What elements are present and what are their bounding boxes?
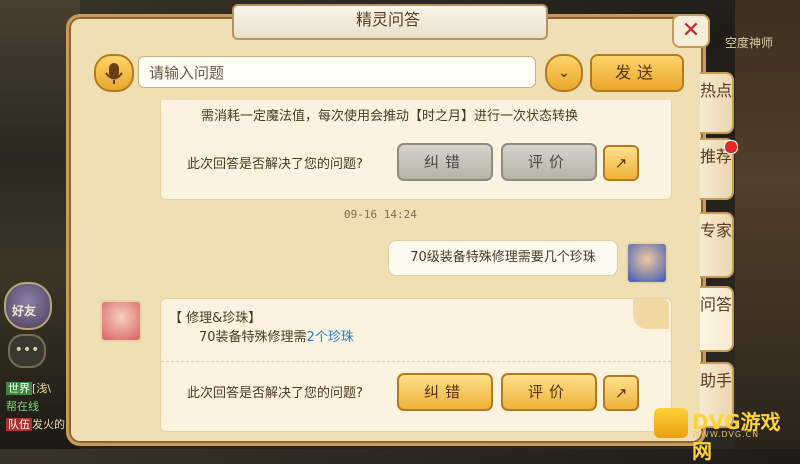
rate-button[interactable]: 评价 [501, 143, 597, 181]
tab-hot-label: 热点 [700, 81, 733, 100]
correct-button[interactable]: 纠错 [397, 373, 493, 411]
chat-text: 发火的 [32, 418, 65, 431]
question-input[interactable] [147, 57, 531, 89]
friend-label: 好友 [12, 304, 37, 318]
answer-body-text: 70装备特殊修理需 [199, 330, 307, 345]
chat-text: [浅\ [32, 382, 51, 395]
feedback-prompt: 此次回答是否解决了您的问题? [187, 386, 363, 401]
share-icon[interactable]: ↗ [603, 375, 639, 411]
chat-line: 世界 [浅\ [6, 380, 51, 396]
share-icon[interactable]: ↗ [603, 145, 639, 181]
chat-bubble-icon[interactable]: ••• [8, 334, 46, 368]
answer-title: 【 修理&珍珠】 [169, 311, 262, 326]
scroll-note-icon[interactable] [633, 299, 669, 329]
tab-assistant-label: 助手 [700, 371, 733, 390]
message-timestamp: 09-16 14:24 [344, 208, 417, 221]
tab-expert[interactable]: 专家 [700, 212, 734, 278]
window-title: 精灵问答 [355, 10, 420, 29]
notification-dot [724, 140, 738, 154]
site-watermark: DVG游戏网 WWW.DVG.CN [654, 406, 800, 463]
send-button[interactable]: 发送 [590, 54, 684, 92]
chat-line: 帮在线 [6, 398, 39, 414]
tab-qa[interactable]: 问答 [700, 286, 734, 352]
answer-highlight-link[interactable]: 2个珍珠 [307, 330, 354, 345]
rate-button[interactable]: 评价 [501, 373, 597, 411]
tab-expert-label: 专家 [700, 221, 733, 240]
conversation-area[interactable]: 需消耗一定魔法值，每次使用会推动【时之月】进行一次状态转换 此次回答是否解决了您… [86, 100, 686, 436]
chat-line: 队伍 发火的 [6, 416, 65, 432]
chevron-down-icon: ⌄ [558, 65, 570, 81]
gamepad-icon [654, 408, 688, 438]
dropdown-button[interactable]: ⌄ [545, 54, 583, 92]
close-button[interactable]: ✕ [672, 14, 710, 48]
microphone-icon [105, 63, 123, 84]
answer-card: 【 修理&珍珠】 70装备特殊修理需2个珍珠 此次回答是否解决了您的问题? 纠错… [160, 298, 672, 432]
answer-card: 需消耗一定魔法值，每次使用会推动【时之月】进行一次状态转换 此次回答是否解决了您… [160, 100, 672, 200]
microphone-button[interactable] [94, 54, 134, 92]
divider [161, 361, 671, 362]
correct-button[interactable]: 纠错 [397, 143, 493, 181]
chat-text: 帮在线 [6, 400, 39, 413]
search-box [138, 56, 536, 89]
user-avatar [626, 242, 668, 284]
game-background-right [735, 0, 800, 449]
answer-text-partial: 需消耗一定魔法值，每次使用会推动【时之月】进行一次状态转换 [201, 109, 579, 124]
game-location-label: 空度神师 [725, 36, 774, 50]
watermark-url: WWW.DVG.CN [692, 430, 760, 439]
feedback-prompt: 此次回答是否解决了您的问题? [187, 157, 363, 172]
chat-tag-world: 世界 [6, 382, 32, 395]
answer-body: 70装备特殊修理需2个珍珠 [199, 326, 354, 345]
chat-tag-team: 队伍 [6, 418, 32, 431]
assistant-avatar [100, 300, 142, 342]
tab-qa-label: 问答 [700, 295, 733, 314]
user-question-bubble: 70级装备特殊修理需要几个珍珠 [388, 240, 618, 276]
tab-hot[interactable]: 热点 [700, 72, 734, 134]
